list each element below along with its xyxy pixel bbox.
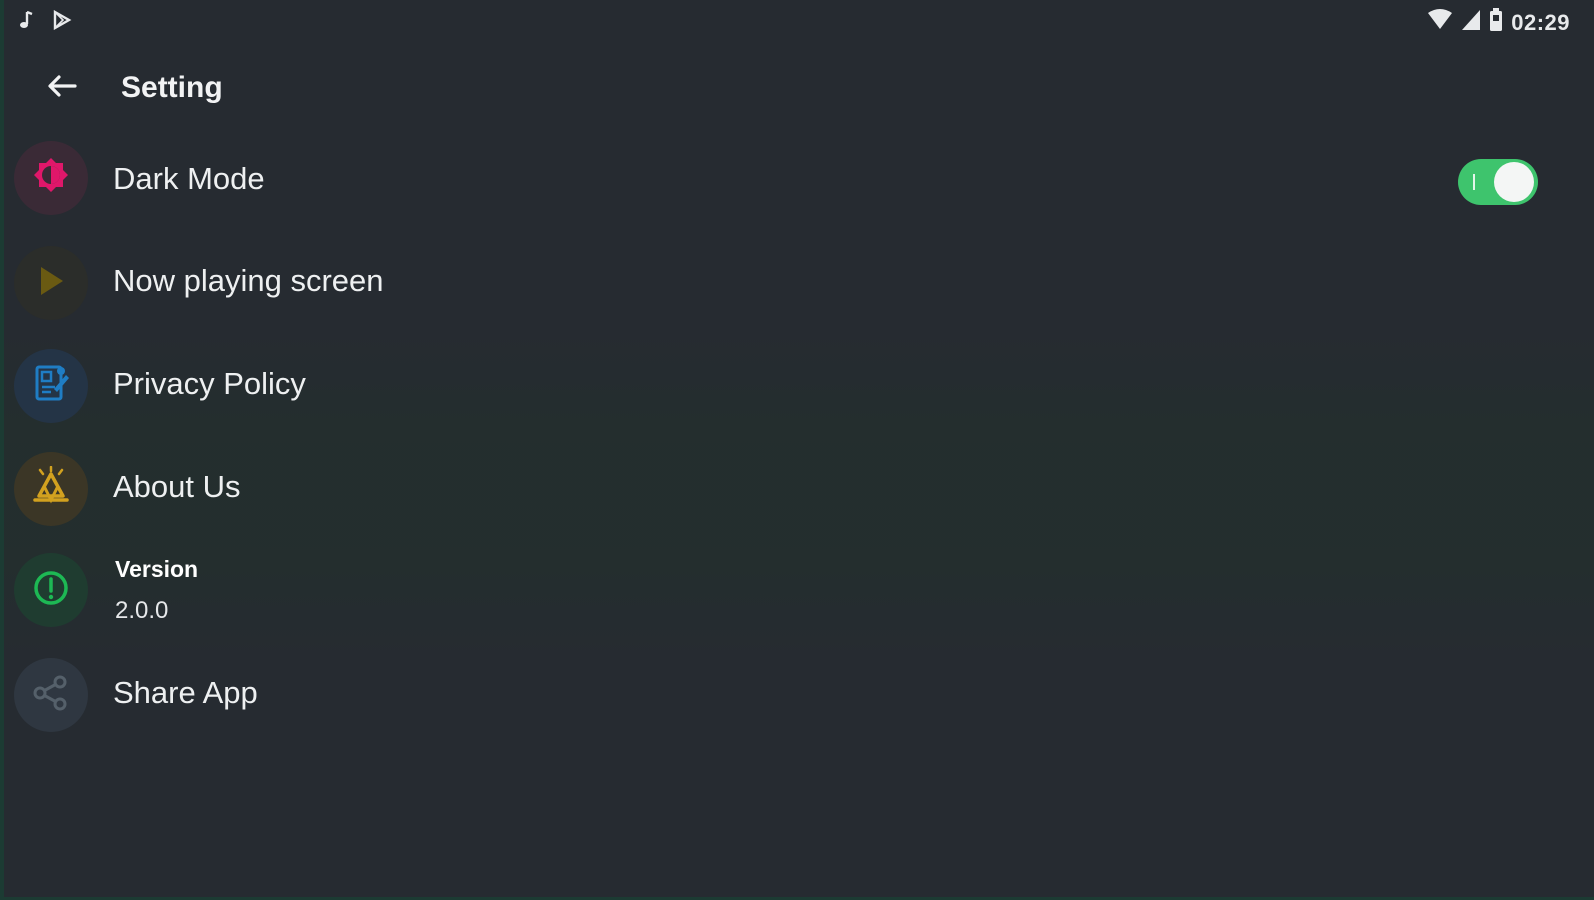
setting-version: Version 2.0.0 xyxy=(0,537,1594,641)
music-note-icon xyxy=(18,10,34,35)
version-title: Version xyxy=(115,556,199,582)
dark-mode-toggle[interactable] xyxy=(1458,159,1538,205)
page-title: Setting xyxy=(121,71,223,104)
version-icon-circle xyxy=(14,553,88,627)
policy-document-icon xyxy=(31,363,71,410)
share-app-label: Share App xyxy=(113,675,258,710)
dark-mode-label: Dark Mode xyxy=(113,161,265,196)
brightness-icon xyxy=(31,156,71,201)
share-icon xyxy=(31,673,71,718)
toggle-on-mark xyxy=(1473,174,1475,190)
about-icon-circle xyxy=(14,452,88,526)
settings-screen: 02:29 Setting Dark Mode Now playing scre… xyxy=(0,0,1594,900)
status-time: 02:29 xyxy=(1511,9,1570,35)
app-bar: Setting xyxy=(0,50,1594,126)
play-icon xyxy=(36,264,66,303)
setting-now-playing[interactable]: Now playing screen xyxy=(0,230,1594,334)
now-playing-icon-circle xyxy=(14,246,88,320)
cell-signal-icon xyxy=(1461,9,1481,36)
share-icon-circle xyxy=(14,658,88,732)
battery-icon xyxy=(1489,8,1503,37)
version-value: 2.0.0 xyxy=(115,597,169,624)
back-button[interactable] xyxy=(40,68,84,108)
dark-mode-icon-circle xyxy=(14,141,88,215)
setting-about-us[interactable]: About Us xyxy=(0,436,1594,540)
toggle-knob xyxy=(1494,162,1534,202)
notification-icons xyxy=(18,9,72,35)
wifi-icon xyxy=(1427,9,1453,36)
play-store-icon xyxy=(52,9,72,35)
now-playing-label: Now playing screen xyxy=(113,263,384,298)
about-bell-icon xyxy=(30,465,72,513)
setting-share-app[interactable]: Share App xyxy=(0,642,1594,746)
setting-dark-mode[interactable]: Dark Mode xyxy=(0,125,1594,229)
info-icon xyxy=(31,568,71,613)
privacy-icon-circle xyxy=(14,349,88,423)
status-bar: 02:29 xyxy=(0,0,1594,40)
system-status: 02:29 xyxy=(1427,8,1570,37)
privacy-policy-label: Privacy Policy xyxy=(113,366,306,401)
about-us-label: About Us xyxy=(113,469,241,504)
arrow-left-icon xyxy=(47,74,77,102)
setting-privacy-policy[interactable]: Privacy Policy xyxy=(0,333,1594,437)
